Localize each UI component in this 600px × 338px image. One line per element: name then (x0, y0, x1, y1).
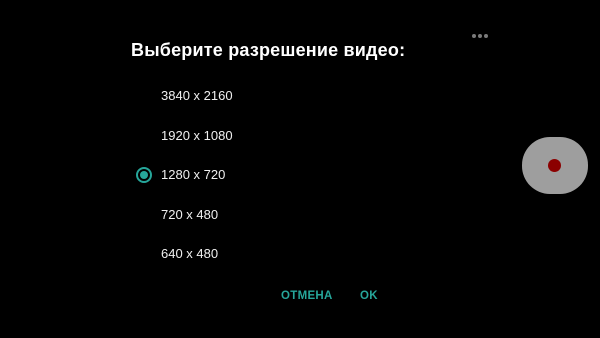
option-label: 640 x 480 (161, 246, 219, 262)
option-label: 1280 x 720 (161, 167, 226, 183)
resolution-option-1920x1080[interactable]: 1920 x 1080 (130, 116, 390, 156)
radio-button[interactable] (136, 88, 152, 104)
cancel-button[interactable]: ОТМЕНА (281, 290, 333, 302)
resolution-option-1280x720[interactable]: 1280 x 720 (130, 155, 390, 195)
resolution-option-640x480[interactable]: 640 x 480 (130, 234, 390, 274)
resolution-option-720x480[interactable]: 720 x 480 (130, 195, 390, 235)
ok-button[interactable]: OK (360, 290, 378, 302)
option-label: 3840 x 2160 (161, 88, 233, 104)
radio-button[interactable] (136, 206, 152, 222)
radio-button[interactable] (136, 246, 152, 262)
record-button[interactable] (522, 137, 588, 194)
dialog-title: Выберите разрешение видео: (131, 40, 406, 60)
option-label: 1920 x 1080 (161, 127, 233, 143)
menu-dot (478, 34, 482, 38)
menu-dot (484, 34, 488, 38)
menu-dot (472, 34, 476, 38)
resolution-options: 3840 x 2160 1920 x 1080 1280 x 720 720 x… (130, 76, 390, 274)
resolution-option-3840x2160[interactable]: 3840 x 2160 (130, 76, 390, 116)
camera-screen: Выберите разрешение видео: 3840 x 2160 1… (0, 0, 600, 338)
record-dot-icon (548, 159, 561, 172)
more-horizontal-icon[interactable] (472, 32, 490, 40)
radio-button-selected[interactable] (136, 166, 152, 183)
option-label: 720 x 480 (161, 206, 219, 222)
radio-button[interactable] (136, 127, 152, 143)
